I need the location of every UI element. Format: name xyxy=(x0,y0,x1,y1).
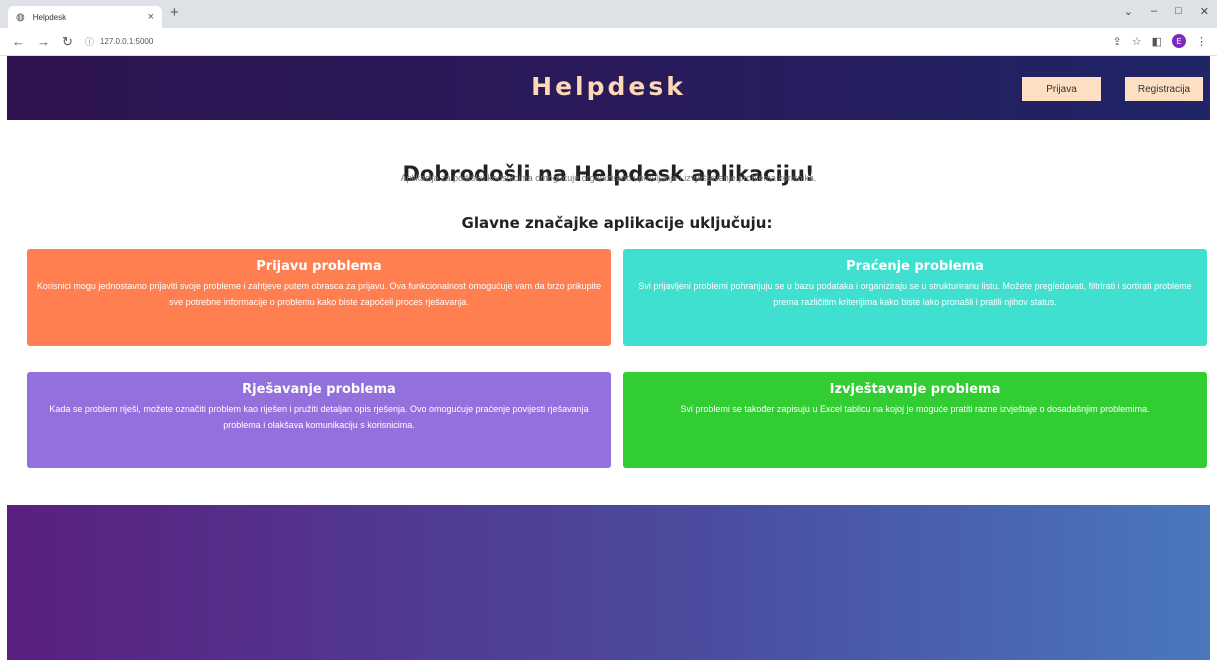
side-panel-icon[interactable]: ◧ xyxy=(1152,35,1162,48)
info-icon[interactable]: ⓘ xyxy=(85,35,94,48)
feature-card-text: Kada se problem riješi, možete označiti … xyxy=(49,404,589,430)
close-tab-icon[interactable]: × xyxy=(148,11,154,23)
feature-card-report: Prijavu problema Korisnici mogu jednosta… xyxy=(27,249,611,346)
feature-card-tracking: Praćenje problema Svi prijavljeni proble… xyxy=(623,249,1207,346)
tab-title: Helpdesk xyxy=(32,12,67,22)
welcome-subtitle: Aplikacija za podršku korisnicima omoguć… xyxy=(400,173,817,183)
browser-toolbar: ← → ↻ ⓘ 127.0.0.1:5000 ⇪ ☆ ◧ E ⋮ xyxy=(0,28,1217,56)
back-arrow-icon[interactable]: ← xyxy=(12,34,25,49)
feature-card-text: Svi prijavljeni problemi pohranjuju se u… xyxy=(638,281,1192,307)
register-button[interactable]: Registracija xyxy=(1125,77,1203,101)
browser-tabstrip: ◍ Helpdesk × + ⌄ – □ ✕ xyxy=(0,0,1217,28)
tab-search-icon[interactable]: ⌄ xyxy=(1124,5,1133,18)
url-text: 127.0.0.1:5000 xyxy=(99,37,154,46)
address-bar[interactable]: ⓘ 127.0.0.1:5000 xyxy=(85,35,153,48)
profile-avatar[interactable]: E xyxy=(1172,34,1186,48)
feature-card-title: Rješavanje problema xyxy=(242,382,396,397)
window-controls: ⌄ – □ ✕ xyxy=(1124,5,1209,18)
app-header: Helpdesk Prijava Registracija xyxy=(7,56,1210,120)
feature-card-text: Korisnici mogu jednostavno prijaviti svo… xyxy=(36,281,602,307)
toolbar-actions: ⇪ ☆ ◧ E ⋮ xyxy=(1113,34,1207,48)
share-icon[interactable]: ⇪ xyxy=(1113,35,1122,48)
browser-tab[interactable]: ◍ Helpdesk × xyxy=(8,6,162,28)
bookmark-star-icon[interactable]: ☆ xyxy=(1132,35,1142,48)
forward-arrow-icon[interactable]: → xyxy=(37,34,50,49)
menu-kebab-icon[interactable]: ⋮ xyxy=(1196,35,1207,48)
close-window-icon[interactable]: ✕ xyxy=(1200,5,1209,18)
feature-card-title: Prijavu problema xyxy=(256,259,382,274)
globe-icon: ◍ xyxy=(16,11,25,23)
new-tab-button[interactable]: + xyxy=(170,4,179,21)
features-title: Glavne značajke aplikacije uključuju: xyxy=(461,214,773,232)
maximize-icon[interactable]: □ xyxy=(1175,5,1182,18)
feature-card-title: Praćenje problema xyxy=(846,259,984,274)
feature-card-resolving: Rješavanje problema Kada se problem rije… xyxy=(27,372,611,468)
login-button[interactable]: Prijava xyxy=(1022,77,1101,101)
feature-card-text: Svi problemi se također zapisuju u Excel… xyxy=(680,404,1150,414)
app-footer xyxy=(7,505,1210,660)
feature-card-title: Izvještavanje problema xyxy=(829,382,1001,397)
reload-icon[interactable]: ↻ xyxy=(62,34,73,50)
minimize-icon[interactable]: – xyxy=(1151,5,1157,18)
feature-card-reporting: Izvještavanje problema Svi problemi se t… xyxy=(623,372,1207,468)
